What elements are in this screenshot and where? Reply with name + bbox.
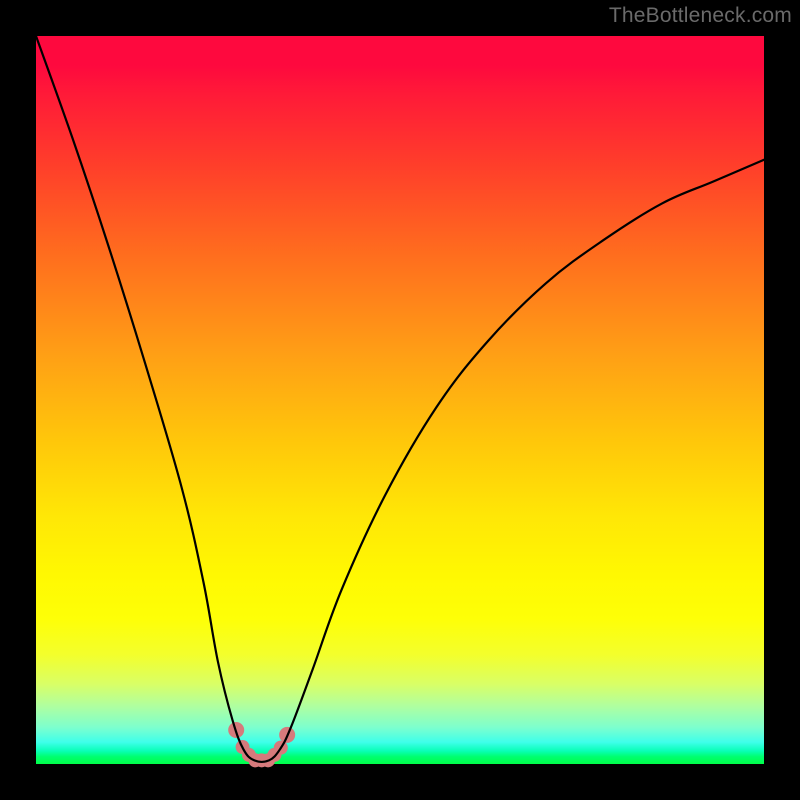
marker-region [228, 722, 295, 767]
watermark-text: TheBottleneck.com [609, 4, 792, 28]
curve-svg [36, 36, 764, 764]
chart-frame: TheBottleneck.com [0, 0, 800, 800]
plot-area [36, 36, 764, 764]
bottleneck-curve [36, 36, 764, 762]
